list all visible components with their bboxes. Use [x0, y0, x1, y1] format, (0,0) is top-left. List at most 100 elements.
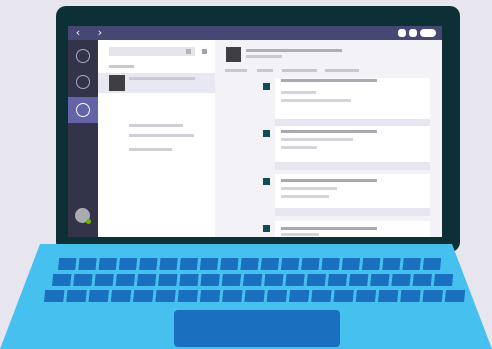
filter-icon[interactable]: [202, 49, 207, 54]
keyboard-key: [285, 274, 305, 286]
message-card[interactable]: [275, 78, 430, 119]
keyboard-key: [242, 274, 263, 286]
message-card[interactable]: [275, 174, 430, 208]
conversation-title: [246, 49, 342, 52]
keyboard-key: [361, 258, 381, 270]
keyboard-key: [222, 290, 243, 302]
list-item-line[interactable]: [129, 134, 194, 137]
keyboard-key: [391, 274, 411, 286]
keyboard-key: [177, 290, 199, 302]
message-line: [281, 99, 351, 102]
keyboard-key: [412, 274, 432, 286]
keyboard-key: [266, 290, 288, 302]
reply-bar[interactable]: [275, 162, 430, 170]
circle-icon: [76, 49, 90, 63]
keyboard-key: [158, 274, 178, 286]
keyboard-key: [422, 258, 442, 270]
keyboard-key: [244, 290, 265, 302]
keyboard-key: [199, 258, 219, 270]
rail-item-1[interactable]: [68, 43, 98, 69]
keyboard-key: [333, 290, 354, 302]
forward-arrow-icon[interactable]: ›: [93, 26, 107, 40]
keyboard-key: [139, 258, 158, 270]
rail-item-3-active[interactable]: [68, 97, 98, 123]
conversation-avatar: [226, 47, 241, 62]
tab-3[interactable]: [282, 69, 317, 72]
keyboard-key: [327, 274, 348, 286]
rail-item-2[interactable]: [68, 69, 98, 95]
keyboard-key: [260, 258, 280, 270]
keyboard-key: [155, 290, 176, 302]
message-card[interactable]: [275, 221, 430, 237]
app-rail: [68, 40, 98, 237]
keyboard-key: [402, 258, 421, 270]
message-line: [281, 195, 329, 198]
search-icon[interactable]: [186, 49, 191, 54]
keyboard-key: [110, 290, 132, 302]
tab-2[interactable]: [257, 69, 273, 72]
keyboard-key: [179, 258, 199, 270]
message-author-icon: [263, 225, 270, 232]
message-line: [281, 187, 337, 190]
keyboard-key: [73, 274, 93, 286]
keyboard-key: [133, 290, 154, 302]
list-item-line[interactable]: [129, 124, 183, 127]
keyboard-key: [220, 258, 239, 270]
keyboard-key: [400, 290, 421, 302]
reply-bar[interactable]: [275, 208, 430, 216]
conversation-subtitle: [246, 55, 282, 58]
back-arrow-icon[interactable]: ‹: [71, 26, 85, 40]
message-header: [281, 179, 377, 182]
circle-icon: [76, 75, 90, 89]
keyboard-key: [159, 258, 178, 270]
contact-avatar: [109, 75, 125, 91]
list-item-title: [129, 77, 195, 80]
message-header: [281, 227, 377, 230]
close-button[interactable]: [420, 29, 436, 37]
tab-1[interactable]: [225, 69, 247, 72]
keyboard-key: [44, 290, 65, 302]
chat-list-pane: [98, 40, 215, 237]
tab-4[interactable]: [325, 69, 359, 72]
keyboard-key: [221, 274, 242, 286]
message-line: [281, 91, 316, 94]
list-item-line[interactable]: [129, 148, 172, 151]
keyboard-key: [301, 258, 320, 270]
keyboard-key: [88, 290, 109, 302]
trackpad: [174, 310, 340, 347]
message-author-icon: [263, 178, 270, 185]
search-input[interactable]: [109, 47, 195, 56]
keyboard-key: [200, 274, 220, 286]
conversation-pane: [215, 40, 442, 237]
keyboard-key: [94, 274, 114, 286]
message-author-icon: [263, 130, 270, 137]
keyboard-key: [288, 290, 310, 302]
minimize-button[interactable]: [398, 29, 406, 37]
message-line: [281, 146, 317, 149]
keyboard-key: [348, 274, 369, 286]
message-header: [281, 130, 377, 133]
title-bar: ‹ ›: [68, 26, 442, 40]
list-section-header: [109, 65, 134, 68]
keyboard-key: [306, 274, 326, 286]
keyboard-key: [240, 258, 259, 270]
keyboard-key: [341, 258, 361, 270]
message-header: [281, 79, 377, 82]
maximize-button[interactable]: [409, 29, 417, 37]
keyboard-key: [280, 258, 300, 270]
keyboard-key: [355, 290, 377, 302]
keyboard-key: [118, 258, 138, 270]
message-card[interactable]: [275, 126, 430, 162]
keyboard-key: [199, 290, 221, 302]
keyboard-key: [98, 258, 117, 270]
keyboard-key: [66, 290, 87, 302]
keyboard-key: [136, 274, 157, 286]
circle-icon: [76, 103, 90, 117]
keyboard-key: [422, 290, 443, 302]
keyboard-key: [264, 274, 284, 286]
keyboard-key: [311, 290, 332, 302]
message-author-icon: [263, 83, 270, 90]
keyboard-key: [377, 290, 399, 302]
keyboard-key: [58, 258, 77, 270]
message-line: [281, 138, 353, 141]
